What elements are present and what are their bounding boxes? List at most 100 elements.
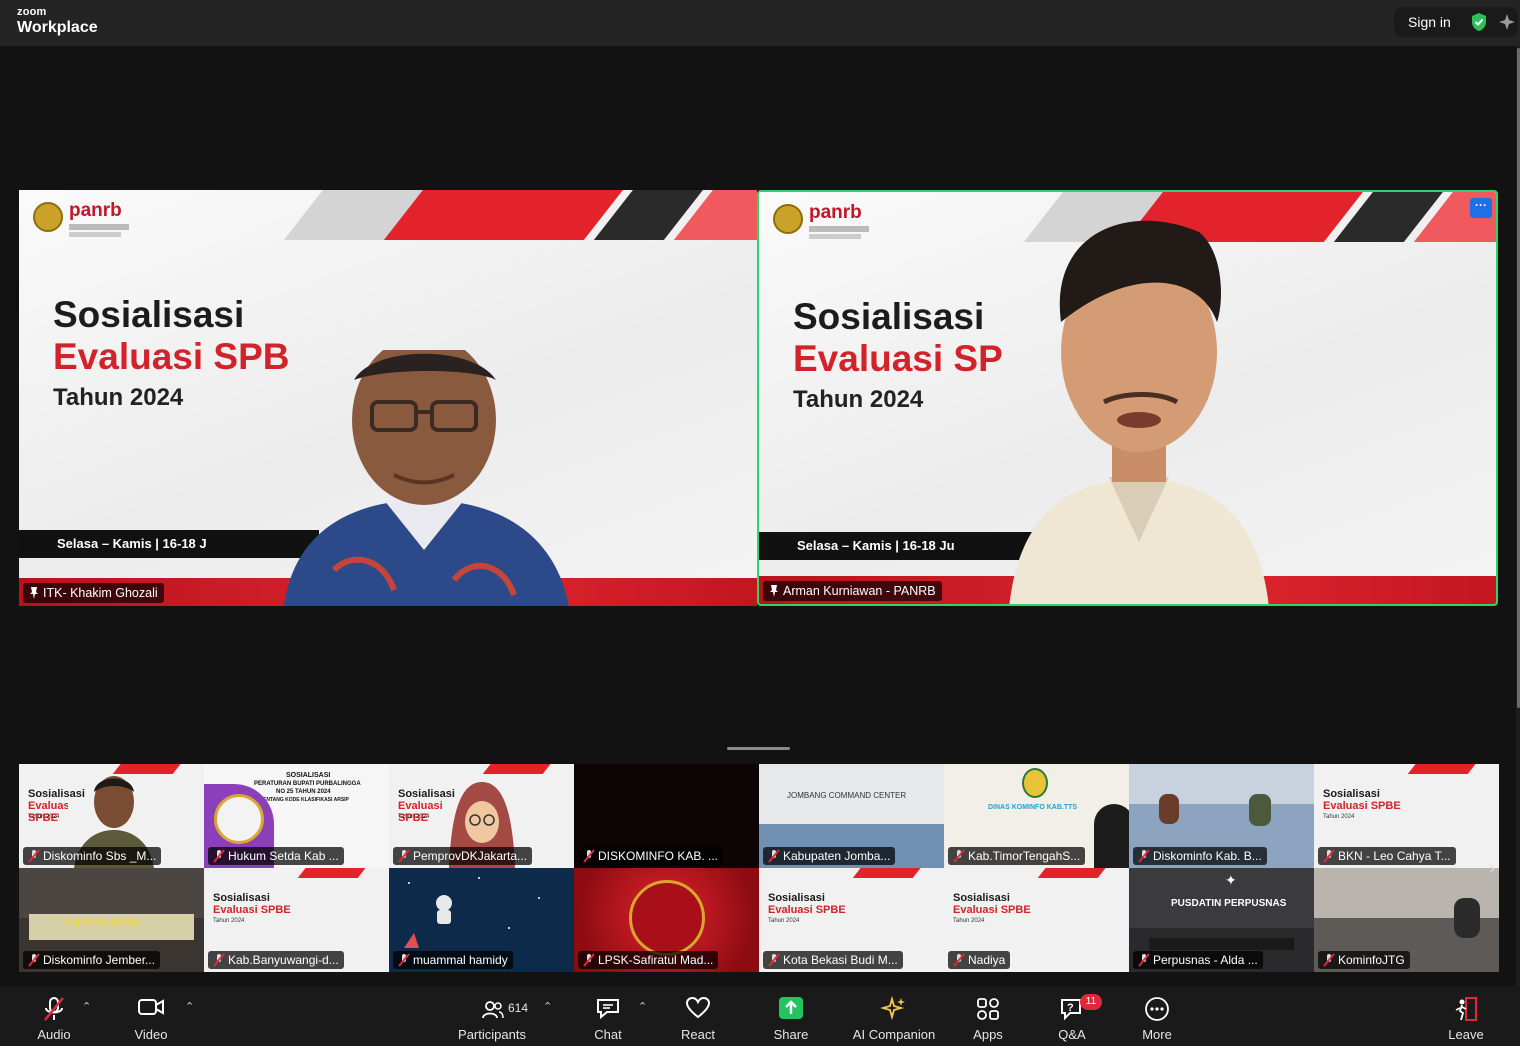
person-silhouette xyxy=(1159,794,1179,824)
apps-label: Apps xyxy=(973,1027,1003,1042)
logo-subline xyxy=(809,226,869,232)
ai-sparkle-icon[interactable] xyxy=(1498,12,1516,37)
zoom-workplace-logo: zoom Workplace xyxy=(17,7,98,36)
document-illustration-icon xyxy=(214,794,264,844)
slide-subtitle: Evaluasi SP xyxy=(793,338,1003,379)
speaker-tile-khakim[interactable]: panrb Sosialisasi Evaluasi SPB Tahun 202… xyxy=(19,190,757,606)
video-options-chevron-icon[interactable]: ⌃ xyxy=(185,1000,194,1013)
slide-year: Tahun 2024 xyxy=(53,384,184,411)
mic-muted-icon xyxy=(583,849,595,863)
video-button[interactable]: Video xyxy=(121,986,181,1046)
tile-text: JOMBANG COMMAND CENTER xyxy=(787,791,907,800)
gallery-resize-handle[interactable] xyxy=(727,747,790,750)
pin-icon xyxy=(770,585,778,597)
ai-companion-button[interactable]: AI Companion xyxy=(848,986,940,1046)
tile-text: KABUPATEN JEMBER xyxy=(65,920,140,927)
participant-name: Nadiya xyxy=(968,953,1006,967)
gallery-tile[interactable]: DINAS KOMINFO KAB.TTS Kab.TimorTengahS..… xyxy=(944,764,1129,868)
slide-date: Selasa – Kamis | 16-18 Ju xyxy=(797,538,955,553)
gallery-tile[interactable]: Sosialisasi Evaluasi SPBE Tahun 2024 Dis… xyxy=(19,764,204,868)
conference-table xyxy=(1149,938,1294,950)
chat-button[interactable]: Chat xyxy=(580,986,636,1046)
gallery-tile[interactable]: Sosialisasi Evaluasi SPBE Tahun 2024 Pem… xyxy=(389,764,574,868)
audio-button[interactable]: Audio xyxy=(24,986,84,1046)
tile-slide-subtitle: Evaluasi SPBE xyxy=(768,904,846,916)
slide-stripe xyxy=(297,868,371,878)
participant-nameplate: Perpusnas - Alda ... xyxy=(1133,951,1263,969)
participants-button[interactable]: 614 Participants xyxy=(452,986,532,1046)
participants-label: Participants xyxy=(458,1027,526,1042)
gallery-tile[interactable]: ✦ PUSDATIN PERPUSNAS Perpusnas - Alda ..… xyxy=(1129,868,1314,972)
mic-muted-icon xyxy=(768,953,780,967)
gallery-tile[interactable]: muammal hamidy xyxy=(389,868,574,972)
slide-stripe xyxy=(1037,868,1111,878)
share-screen-icon xyxy=(779,997,803,1019)
tile-more-options-icon[interactable]: ··· xyxy=(1470,198,1492,218)
chat-options-chevron-icon[interactable]: ⌃ xyxy=(638,1000,647,1013)
leave-button[interactable]: Leave xyxy=(1438,986,1494,1046)
gallery-tile[interactable]: Sosialisasi Evaluasi SPBE Tahun 2024 Kot… xyxy=(759,868,944,972)
sign-in-button[interactable]: Sign in xyxy=(1408,14,1451,30)
tile-slide-title: Sosialisasi xyxy=(953,892,1010,904)
slide-date: Selasa – Kamis | 16-18 J xyxy=(57,536,207,551)
participant-nameplate: LPSK-Safiratul Mad... xyxy=(578,951,719,969)
mic-muted-icon xyxy=(1138,953,1150,967)
tile-slide-year: Tahun 2024 xyxy=(398,814,430,820)
security-shield-icon[interactable] xyxy=(1470,12,1488,37)
participant-name: Diskominfo Sbs _M... xyxy=(43,849,157,863)
tile-slide-title: Sosialisasi xyxy=(213,892,270,904)
participant-nameplate: ITK- Khakim Ghozali xyxy=(23,583,164,603)
gallery-tile[interactable]: KABUPATEN JEMBER Diskominfo Jember... xyxy=(19,868,204,972)
ai-companion-label: AI Companion xyxy=(852,1027,936,1042)
tile-slide-year: Tahun 2024 xyxy=(213,918,245,924)
mic-muted-icon xyxy=(1138,849,1150,863)
participant-name: PemprovDKJakarta... xyxy=(413,849,528,863)
slide-title: Sosialisasi xyxy=(53,294,245,335)
participant-nameplate: Diskominfo Kab. B... xyxy=(1133,847,1267,865)
gallery-tile[interactable]: DISKOMINFO KAB. ... xyxy=(574,764,759,868)
gallery-tile[interactable]: Sosialisasi Evaluasi SPBE Tahun 2024 Nad… xyxy=(944,868,1129,972)
video-camera-icon xyxy=(138,999,164,1015)
participant-nameplate: Diskominfo Jember... xyxy=(23,951,161,969)
participant-name: DISKOMINFO KAB. ... xyxy=(598,849,719,863)
participant-name: Kab.Banyuwangi-d... xyxy=(228,953,339,967)
react-button[interactable]: React xyxy=(670,986,726,1046)
more-label: More xyxy=(1142,1027,1172,1042)
logo-text: panrb xyxy=(809,202,862,223)
gallery-grid: Sosialisasi Evaluasi SPBE Tahun 2024 Dis… xyxy=(19,764,1499,972)
apps-button[interactable]: Apps xyxy=(960,986,1016,1046)
participant-name: Kab.TimorTengahS... xyxy=(968,849,1081,863)
pin-icon xyxy=(30,587,38,599)
gallery-tile[interactable]: Sosialisasi Evaluasi SPBE Tahun 2024 Kab… xyxy=(204,868,389,972)
tile-slide-subtitle: Evaluasi SPBE xyxy=(1323,800,1401,812)
more-button[interactable]: More xyxy=(1129,986,1185,1046)
qa-button[interactable]: ? 11 Q&A xyxy=(1044,986,1102,1046)
tile-slide-year: Tahun 2024 xyxy=(953,918,985,924)
tile-text: NO 25 TAHUN 2024 xyxy=(276,789,331,795)
gallery-tile[interactable]: JOMBANG COMMAND CENTER Kabupaten Jomba..… xyxy=(759,764,944,868)
audio-options-chevron-icon[interactable]: ⌃ xyxy=(82,1000,91,1013)
gallery-tile[interactable]: SOSIALISASI PERATURAN BUPATI PURBALINGGA… xyxy=(204,764,389,868)
participant-name: muammal hamidy xyxy=(413,953,508,967)
share-button[interactable]: Share xyxy=(763,986,819,1046)
participant-name: Diskominfo Jember... xyxy=(43,953,156,967)
gallery-tile[interactable]: KominfoJTG xyxy=(1314,868,1499,972)
garuda-seal-icon xyxy=(773,204,803,234)
audio-label: Audio xyxy=(37,1027,71,1042)
gallery-next-page-icon[interactable]: › xyxy=(1489,858,1495,879)
slide-subtitle: Evaluasi SPB xyxy=(53,336,290,377)
qa-label: Q&A xyxy=(1058,1027,1086,1042)
sign-in-area: Sign in xyxy=(1394,7,1518,37)
gallery-tile[interactable]: Sosialisasi Evaluasi SPBE Tahun 2024 BKN… xyxy=(1314,764,1499,868)
logo-text: panrb xyxy=(69,200,122,221)
participant-name: Diskominfo Kab. B... xyxy=(1153,849,1262,863)
speaker-tile-arman-active[interactable]: panrb Sosialisasi Evaluasi SP Tahun 2024… xyxy=(757,190,1498,606)
participants-options-chevron-icon[interactable]: ⌃ xyxy=(543,1000,552,1013)
garuda-seal-icon xyxy=(33,202,63,232)
tile-text: TENTANG KODE KLASIFIKASI ARSIP xyxy=(260,797,349,803)
gallery-tile[interactable]: Diskominfo Kab. B... xyxy=(1129,764,1314,868)
gallery-tile[interactable]: LPSK-Safiratul Mad... xyxy=(574,868,759,972)
logo-subline xyxy=(809,234,861,239)
mic-muted-icon xyxy=(398,849,410,863)
participant-nameplate: Kab.Banyuwangi-d... xyxy=(208,951,344,969)
